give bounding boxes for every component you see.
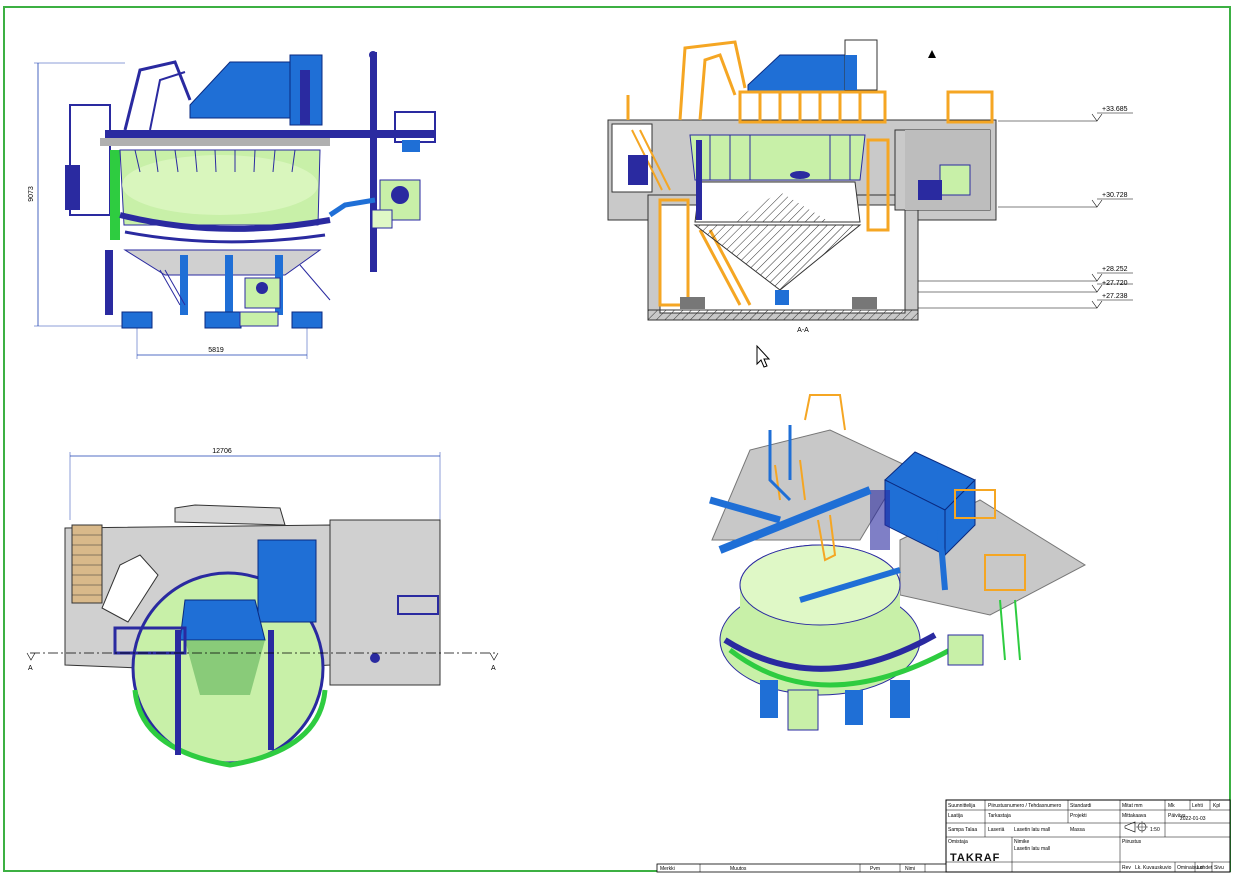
tb-sheet: Lehti	[1192, 803, 1203, 809]
tb-date-value: 2022-01-03	[1180, 816, 1206, 822]
level-4: +27.720	[1102, 280, 1128, 287]
tb-designer: Suunnittelija	[948, 803, 975, 809]
tb-rev: Rev	[1122, 865, 1131, 871]
plan-dim-label: 12706	[212, 448, 232, 455]
level-1: +33.685	[1102, 106, 1128, 113]
tb-page: Sivu	[1214, 865, 1224, 871]
tb-standard: Standardi	[1070, 803, 1091, 809]
section-mark-right: A	[491, 665, 496, 672]
tb-project-value: Lasetin latu mall	[1014, 827, 1050, 833]
mouse-cursor-icon	[756, 344, 771, 368]
dim-width-label: 5819	[208, 347, 224, 354]
tb-mk: Mk	[1168, 803, 1175, 809]
tb-title-label: Nimike	[1014, 839, 1029, 845]
tb-change-name: Nimi	[905, 866, 915, 872]
section-view: +33.685 +30.728 +28.252 +27.720 +27.238 …	[607, 39, 1133, 334]
tb-qty: Kpl	[1213, 803, 1220, 809]
tb-change: Muutos	[730, 866, 747, 872]
tb-drawing: Piirustus	[1122, 839, 1142, 845]
section-mark-left: A	[28, 665, 33, 672]
drawing-canvas: 9073 5819 +33.685 +30.728 +28.252 +27.72…	[26, 39, 1231, 873]
tb-author-value: Sampa Talaa	[948, 827, 977, 833]
title-block: Suunnittelija Piirustusnumero / Tehdasnu…	[656, 799, 1231, 873]
tb-owner: Omistaja	[948, 839, 968, 845]
level-3: +28.252	[1102, 266, 1128, 273]
tb-mark: Merkki	[660, 866, 675, 872]
tb-sheets: Lehdet	[1197, 865, 1213, 871]
tb-mass: Massa	[1070, 827, 1085, 833]
isometric-view	[709, 394, 1087, 731]
tb-change-date: Pvm	[870, 866, 880, 872]
tb-units: Mitat mm	[1122, 803, 1143, 809]
tb-scale: Mittakaava	[1122, 813, 1146, 819]
company-logo: TAKRAF	[950, 852, 1000, 864]
tb-project: Projekti	[1070, 813, 1087, 819]
level-5: +27.238	[1102, 293, 1128, 300]
plan-view: 12706 A A	[26, 448, 499, 768]
tb-scale-value: 1:50	[1150, 827, 1160, 833]
dim-height-label: 9073	[28, 186, 35, 202]
section-label: A-A	[797, 327, 809, 334]
tb-drawing-number: Piirustusnumero / Tehdasnumero	[988, 803, 1061, 809]
tb-author: Laatija	[948, 813, 963, 819]
side-view: 9073 5819	[28, 51, 436, 359]
tb-desc: Lk. Kuvauskuvio	[1135, 865, 1172, 871]
level-2: +30.728	[1102, 192, 1128, 199]
tb-title-value: Lasetin latu mall	[1014, 846, 1050, 852]
tb-checker: Tarkastaja	[988, 813, 1011, 819]
tb-checker-value: Laseriä	[988, 827, 1005, 833]
